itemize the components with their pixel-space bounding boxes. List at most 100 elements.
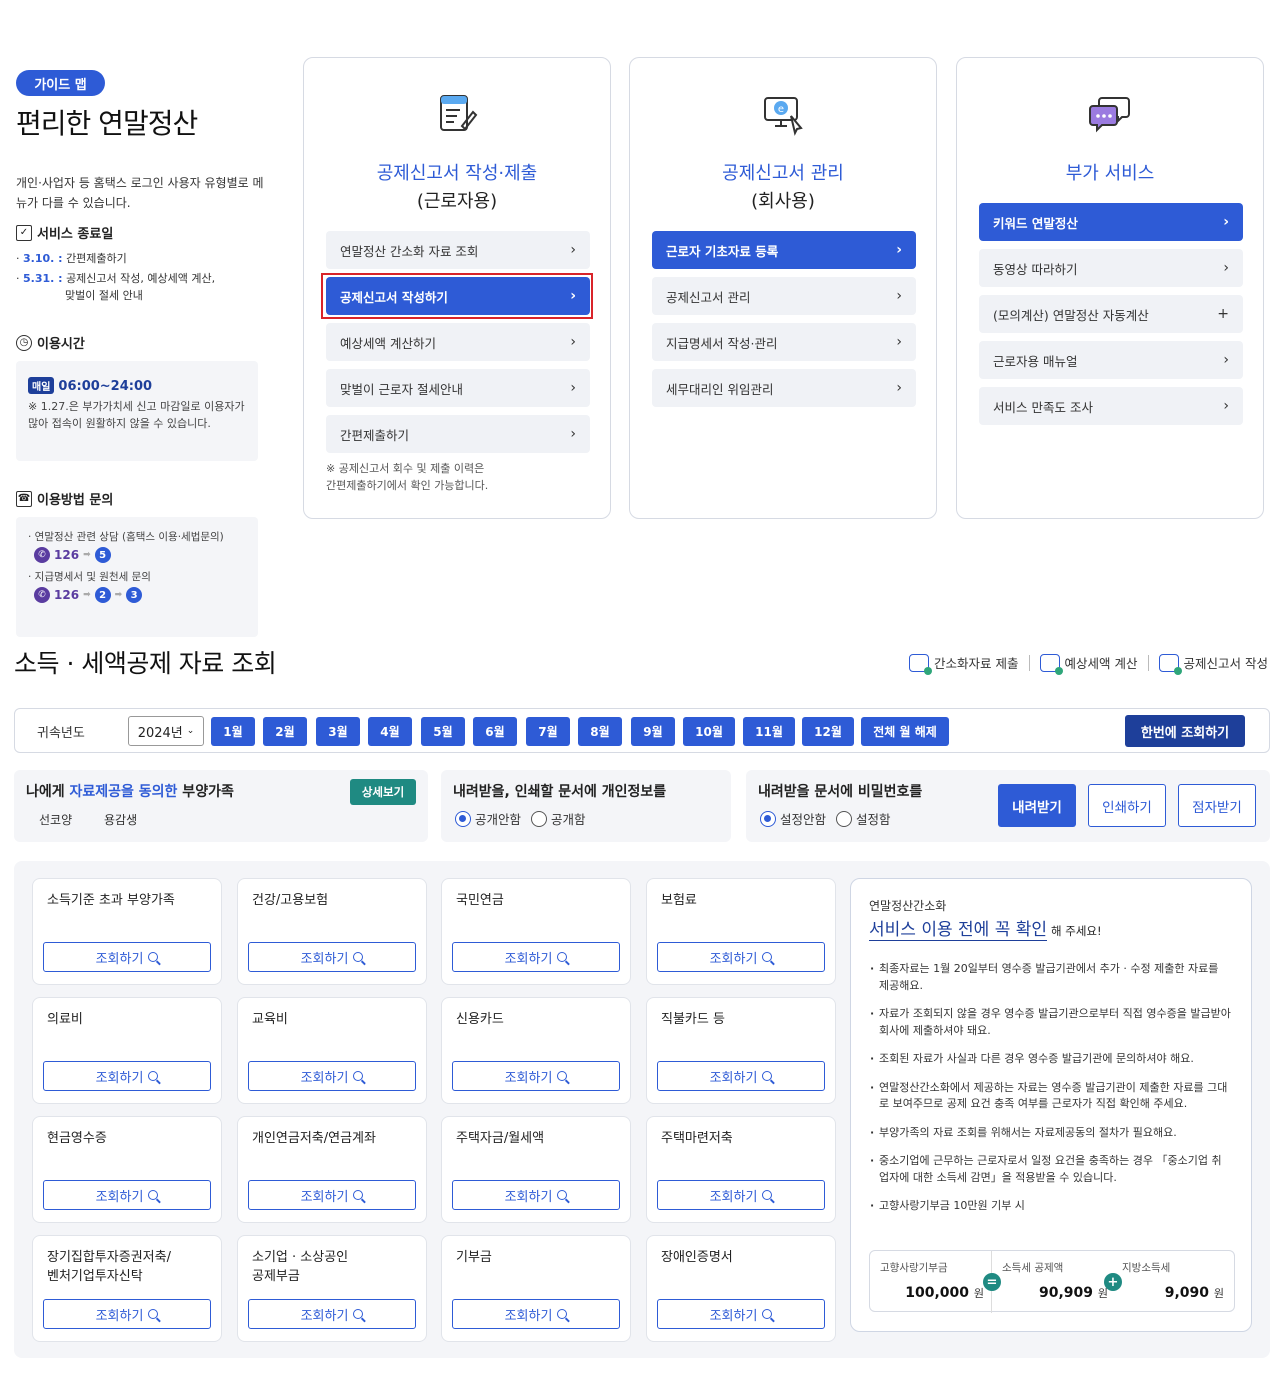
month-button[interactable]: 1월 bbox=[211, 717, 255, 746]
calc-unit: 원 bbox=[1213, 1287, 1224, 1300]
query-button[interactable]: 조회하기 bbox=[657, 1180, 825, 1210]
radio-dot[interactable] bbox=[836, 810, 853, 827]
tile-label: 소기업 · 소상공인 공제부금 bbox=[252, 1250, 349, 1284]
guide-title: 편리한 연말정산 bbox=[16, 107, 198, 140]
quick-link-estimate[interactable]: 예상세액 계산 bbox=[1039, 653, 1138, 675]
query-all-button[interactable]: 한번에 조회하기 bbox=[1125, 715, 1245, 747]
radio-label: 설정안함 bbox=[780, 812, 827, 827]
tile-label: 주택자금/월세액 bbox=[456, 1131, 545, 1146]
menu-keyword[interactable]: 키워드 연말정산 › bbox=[979, 203, 1243, 241]
clear-all-months-button[interactable]: 전체 월 해제 bbox=[861, 717, 949, 746]
braille-button[interactable]: 점자받기 bbox=[1178, 784, 1256, 827]
hours-time: 06:00~24:00 bbox=[58, 379, 153, 394]
query-button[interactable]: 조회하기 bbox=[43, 942, 211, 972]
radio-set-password[interactable]: 설정함 bbox=[836, 809, 891, 828]
month-button[interactable]: 9월 bbox=[631, 717, 675, 746]
menu-simple-submit[interactable]: 간편제출하기 › bbox=[326, 415, 590, 453]
menu-worker-basic-data[interactable]: 근로자 기초자료 등록 › bbox=[652, 231, 916, 269]
menu-tax-agent[interactable]: 세무대리인 위임관리 › bbox=[652, 369, 916, 407]
detail-view-button[interactable]: 상세보기 bbox=[350, 779, 416, 805]
menu-dual-income[interactable]: 맞벌이 근로자 절세안내 › bbox=[326, 369, 590, 407]
chevron-right-icon: › bbox=[896, 288, 902, 304]
quick-link-write[interactable]: 공제신고서 작성 bbox=[1158, 653, 1268, 675]
query-button[interactable]: 조회하기 bbox=[452, 942, 620, 972]
query-button[interactable]: 조회하기 bbox=[452, 1180, 620, 1210]
query-button[interactable]: 조회하기 bbox=[657, 1061, 825, 1091]
tile-label: 국민연금 bbox=[456, 893, 504, 908]
info-item: 최종자료는 1월 20일부터 영수증 발급기관에서 추가 · 수정 제출한 자료… bbox=[869, 961, 1231, 994]
search-icon bbox=[353, 952, 364, 962]
month-button[interactable]: 5월 bbox=[421, 717, 465, 746]
month-button[interactable]: 8월 bbox=[578, 717, 622, 746]
checkbox-calendar-icon: ✓ bbox=[16, 224, 32, 241]
quick-link-submit[interactable]: 간소화자료 제출 bbox=[909, 653, 1019, 675]
month-button[interactable]: 4월 bbox=[368, 717, 412, 746]
month-button[interactable]: 2월 bbox=[263, 717, 307, 746]
query-button[interactable]: 조회하기 bbox=[248, 1180, 416, 1210]
radio-dot[interactable] bbox=[760, 810, 776, 827]
month-button[interactable]: 7월 bbox=[526, 717, 570, 746]
query-tile: 주택자금/월세액조회하기 bbox=[441, 1116, 631, 1223]
query-button[interactable]: 조회하기 bbox=[452, 1299, 620, 1329]
query-button[interactable]: 조회하기 bbox=[657, 942, 825, 972]
menu-label: 동영상 따라하기 bbox=[993, 261, 1078, 277]
query-button[interactable]: 조회하기 bbox=[43, 1180, 211, 1210]
menu-simplified-data[interactable]: 연말정산 간소화 자료 조회 › bbox=[326, 231, 590, 269]
card-title: 공제신고서 관리 (회사용) bbox=[630, 160, 936, 216]
menu-worker-manual[interactable]: 근로자용 매뉴얼 › bbox=[979, 341, 1243, 379]
search-icon bbox=[762, 952, 773, 962]
calc-number: 90,909 bbox=[1038, 1285, 1093, 1301]
query-button[interactable]: 조회하기 bbox=[452, 1061, 620, 1091]
tile-label: 장기집합투자증권저축/ 벤처기업투자신탁 bbox=[47, 1250, 171, 1284]
calc-number: 9,090 bbox=[1164, 1285, 1209, 1301]
month-button[interactable]: 12월 bbox=[802, 717, 854, 746]
phone-desk-icon: ☎ bbox=[16, 490, 32, 507]
divider bbox=[1147, 654, 1149, 671]
radio-dot[interactable] bbox=[531, 810, 548, 827]
query-button[interactable]: 조회하기 bbox=[657, 1299, 825, 1329]
month-button[interactable]: 6월 bbox=[473, 717, 517, 746]
menu-label: 근로자용 매뉴얼 bbox=[993, 353, 1078, 369]
radio-public[interactable]: 공개함 bbox=[531, 809, 586, 828]
query-button[interactable]: 조회하기 bbox=[248, 942, 416, 972]
phone-icon: ✆ bbox=[34, 547, 50, 563]
menu-estimate-tax[interactable]: 예상세액 계산하기 › bbox=[326, 323, 590, 361]
menu-auto-calc[interactable]: (모의계산) 연말정산 자동계산 + bbox=[979, 295, 1243, 333]
menu-payment-statement[interactable]: 지급명세서 작성·관리 › bbox=[652, 323, 916, 361]
title-part: 부양가족 bbox=[177, 784, 234, 800]
search-icon bbox=[557, 1190, 568, 1200]
radio-dot[interactable] bbox=[455, 810, 471, 827]
print-button[interactable]: 인쇄하기 bbox=[1088, 784, 1166, 827]
hours-note: ※ 1.27.은 부가가치세 신고 마감일로 이용자가 많아 접속이 원활하지 … bbox=[28, 400, 245, 430]
dependent-name[interactable]: 선코양 bbox=[39, 811, 72, 828]
download-button[interactable]: 내려받기 bbox=[998, 784, 1076, 827]
month-button[interactable]: 3월 bbox=[316, 717, 360, 746]
info-item: 중소기업에 근무하는 근로자로서 일정 요건을 충족하는 경우 「중소기업 취업… bbox=[869, 1153, 1231, 1186]
query-button[interactable]: 조회하기 bbox=[248, 1061, 416, 1091]
month-button[interactable]: 10월 bbox=[683, 717, 735, 746]
query-button[interactable]: 조회하기 bbox=[248, 1299, 416, 1329]
radio-private[interactable]: 공개안함 bbox=[455, 809, 521, 828]
menu-satisfaction[interactable]: 서비스 만족도 조사 › bbox=[979, 387, 1243, 425]
radio-no-password[interactable]: 설정안함 bbox=[760, 809, 826, 828]
dependent-name[interactable]: 용감생 bbox=[104, 811, 137, 828]
query-button[interactable]: 조회하기 bbox=[43, 1061, 211, 1091]
menu-manage-deduction[interactable]: 공제신고서 관리 › bbox=[652, 277, 916, 315]
menu-label: 지급명세서 작성·관리 bbox=[666, 335, 778, 351]
query-tile: 소득기준 초과 부양가족 조회하기 bbox=[32, 878, 222, 985]
menu-video-guide[interactable]: 동영상 따라하기 › bbox=[979, 249, 1243, 287]
query-tile: 소기업 · 소상공인 공제부금조회하기 bbox=[237, 1235, 427, 1342]
search-icon bbox=[762, 1190, 773, 1200]
menu-label: 맞벌이 근로자 절세안내 bbox=[340, 381, 463, 397]
query-button[interactable]: 조회하기 bbox=[43, 1299, 211, 1329]
query-button-label: 조회하기 bbox=[95, 1070, 144, 1086]
info-panel: 연말정산간소화 서비스 이용 전에 꼭 확인해 주세요! 최종자료는 1월 20… bbox=[850, 878, 1252, 1332]
tile-label: 교육비 bbox=[252, 1012, 288, 1027]
chevron-down-icon: ⌄ bbox=[186, 726, 195, 736]
month-button[interactable]: 11월 bbox=[743, 717, 795, 746]
calc-value: 9,090 원 bbox=[1165, 1285, 1224, 1301]
guide-map-badge: 가이드 맵 bbox=[16, 70, 105, 96]
year-select[interactable]: 2024년 ⌄ bbox=[128, 716, 204, 746]
plus-icon: + bbox=[1217, 306, 1229, 322]
menu-label: 서비스 만족도 조사 bbox=[993, 399, 1093, 415]
